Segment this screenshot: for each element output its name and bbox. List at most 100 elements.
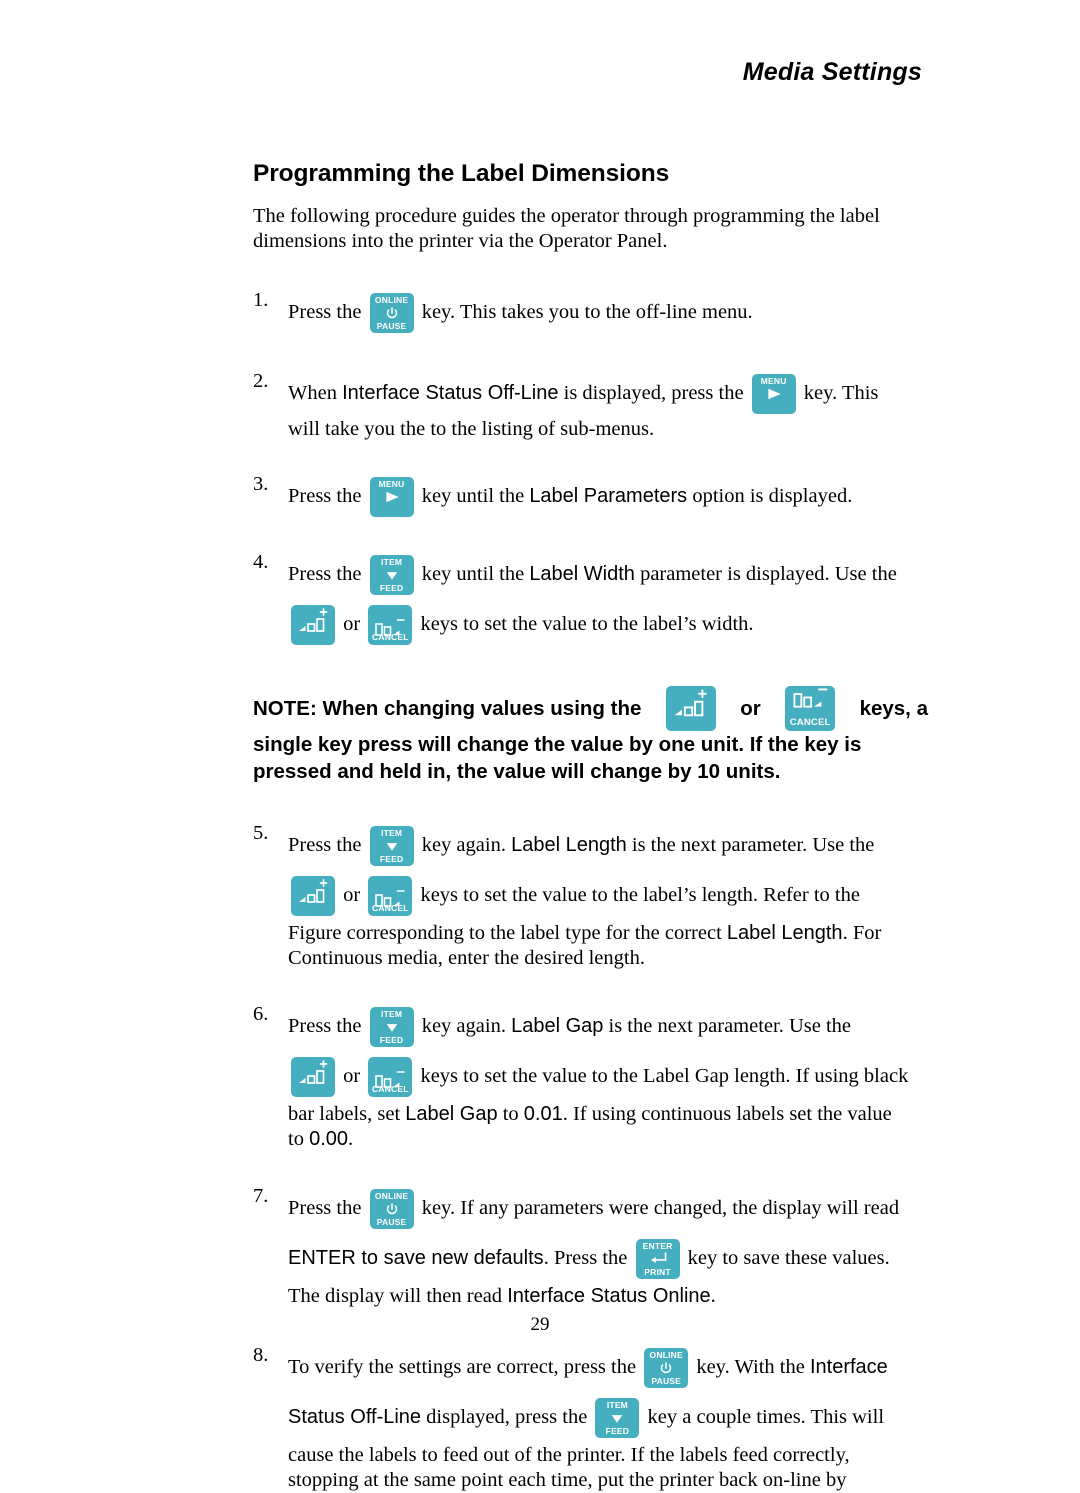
step-text-line3: cause the labels to feed out of the prin… xyxy=(288,1444,850,1466)
bars-down-minus-icon xyxy=(791,687,830,714)
step-text-line2: or CANCEL keys to set the value to the L… xyxy=(288,1050,928,1102)
key-caption-bottom: PRINT xyxy=(644,1266,671,1277)
bars-up-plus-icon xyxy=(666,686,716,731)
key-caption-bottom: FEED xyxy=(379,582,404,593)
step-text-part: . xyxy=(348,1128,354,1150)
step-text-part: or xyxy=(338,884,366,906)
step-1: 1. Press the ONLINE PAUSE key. This takes… xyxy=(253,288,928,336)
key-caption-bottom: CANCEL xyxy=(789,716,831,728)
step-text-part: key to save these values. xyxy=(682,1247,890,1269)
key-menu[interactable]: MENU xyxy=(369,477,414,518)
key-caption-top: ITEM xyxy=(606,1400,628,1411)
step-text-line2: will take you the to the listing of sub-… xyxy=(288,418,655,440)
step-6: 6. Press the ITEM FEED key again. Label G… xyxy=(253,1002,928,1152)
step-text: Press the ITEM FEED key until the Label W… xyxy=(288,550,928,598)
return-arrow-icon xyxy=(636,1251,680,1268)
key-item-feed[interactable]: ITEM FEED xyxy=(369,1007,414,1048)
step-text: Press the MENU key until the Label Param… xyxy=(288,472,928,520)
value-term: 0.00 xyxy=(309,1128,349,1150)
key-cancel[interactable]: CANCEL xyxy=(785,686,836,731)
step-text-line4: to 0.00. xyxy=(288,1127,928,1152)
step-text-part: key until the xyxy=(416,563,530,585)
power-icon xyxy=(370,305,414,322)
step-4: 4. Press the ITEM FEED key until the Labe… xyxy=(253,550,928,650)
key-enter-print[interactable]: ENTER PRINT xyxy=(635,1239,680,1280)
step-text-part: To verify the settings are correct, pres… xyxy=(288,1356,642,1378)
display-term: Label Gap xyxy=(405,1103,498,1125)
step-text-part: is the next parameter. Use the xyxy=(603,1015,852,1037)
step-text-part: Press the xyxy=(288,563,367,585)
display-term: Label Length xyxy=(726,922,843,944)
key-cancel[interactable]: CANCEL xyxy=(368,605,413,646)
display-term: Status Off-Line xyxy=(288,1406,422,1428)
key-online-pause[interactable]: ONLINE PAUSE xyxy=(644,1348,689,1389)
note-line-1: NOTE: When changing values using the or … xyxy=(253,686,928,731)
triangle-down-icon xyxy=(370,567,414,584)
step-number: 7. xyxy=(253,1185,269,1207)
key-caption-bottom: PAUSE xyxy=(376,320,407,331)
step-text-part: key again. xyxy=(416,1015,512,1037)
page-content: Programming the Label Dimensions The fol… xyxy=(253,160,928,1493)
key-caption-top: ITEM xyxy=(381,1009,403,1020)
step-text-part: key again. xyxy=(416,834,512,856)
key-online-pause[interactable]: ONLINE PAUSE xyxy=(369,293,414,334)
step-text-part: Press the xyxy=(288,1197,367,1219)
step-text-part: key. If any parameters were changed, the… xyxy=(416,1197,900,1219)
key-increase[interactable] xyxy=(291,876,335,917)
triangle-down-icon xyxy=(595,1410,639,1427)
display-term: Label Parameters xyxy=(529,485,688,507)
display-term: Label Length xyxy=(511,834,627,856)
step-text-part: . If using continuous labels set the val… xyxy=(562,1103,892,1125)
triangle-right-icon xyxy=(370,489,414,506)
key-cancel[interactable]: CANCEL xyxy=(368,876,413,917)
key-item-feed[interactable]: ITEM FEED xyxy=(369,826,414,867)
step-number: 5. xyxy=(253,822,269,844)
step-text-part: to xyxy=(497,1103,524,1125)
step-text: Press the ITEM FEED key again. Label Leng… xyxy=(288,821,928,869)
step-text-part: to xyxy=(288,1128,310,1150)
step-text-part: keys to set the value to the Label Gap l… xyxy=(415,1065,909,1087)
value-term: 0.01 xyxy=(523,1103,563,1125)
key-caption-top: MENU xyxy=(378,479,405,490)
step-text-part: Press the xyxy=(288,301,367,323)
key-item-feed[interactable]: ITEM FEED xyxy=(369,555,414,596)
step-text-part: . For xyxy=(842,922,882,944)
step-text-part: key until the xyxy=(416,485,530,507)
step-text-line4: stopping at the same point each time, pu… xyxy=(288,1469,847,1491)
step-text-line2: or CANCEL keys to set the value to the l… xyxy=(288,598,928,650)
step-text-part: Press the xyxy=(288,834,367,856)
key-menu[interactable]: MENU xyxy=(751,374,796,415)
step-5: 5. Press the ITEM FEED key again. Label L… xyxy=(253,821,928,971)
display-term: Interface Status Off-Line xyxy=(342,382,559,404)
step-text-part: When xyxy=(288,382,343,404)
step-number: 6. xyxy=(253,1003,269,1025)
step-text-part: option is displayed. xyxy=(687,485,853,507)
step-text-part: key a couple times. This will xyxy=(642,1406,885,1428)
intro-paragraph: The following procedure guides the opera… xyxy=(253,205,880,252)
triangle-right-icon xyxy=(752,386,796,403)
bars-up-plus-icon xyxy=(291,605,335,645)
step-text-part: or xyxy=(338,1065,366,1087)
key-caption-bottom: FEED xyxy=(605,1425,630,1436)
key-cancel[interactable]: CANCEL xyxy=(368,1057,413,1098)
key-item-feed[interactable]: ITEM FEED xyxy=(595,1398,640,1439)
running-header: Media Settings xyxy=(742,58,922,86)
note-line-3: pressed and held in, the value will chan… xyxy=(253,760,781,783)
step-text-part: key. With the xyxy=(691,1356,810,1378)
step-text-line2: ENTER to save new defaults. Press the EN… xyxy=(288,1232,928,1284)
step-8: 8. To verify the settings are correct, p… xyxy=(253,1343,928,1493)
step-3: 3. Press the MENU key until the Label Pa… xyxy=(253,472,928,520)
key-increase[interactable] xyxy=(665,686,716,731)
key-online-pause[interactable]: ONLINE PAUSE xyxy=(369,1189,414,1230)
power-icon xyxy=(370,1201,414,1218)
triangle-down-icon xyxy=(370,1019,414,1036)
key-increase[interactable] xyxy=(291,605,335,646)
key-increase[interactable] xyxy=(291,1057,335,1098)
step-text-line4: Continuous media, enter the desired leng… xyxy=(288,947,645,969)
key-caption-top: ONLINE xyxy=(374,1191,409,1202)
display-term: Label Width xyxy=(529,563,635,585)
step-text-part: keys to set the value to the label’s wid… xyxy=(415,613,754,635)
step-7: 7. Press the ONLINE PAUSE key. If any par… xyxy=(253,1184,928,1309)
step-text-part: key. This xyxy=(798,382,879,404)
triangle-down-icon xyxy=(370,838,414,855)
